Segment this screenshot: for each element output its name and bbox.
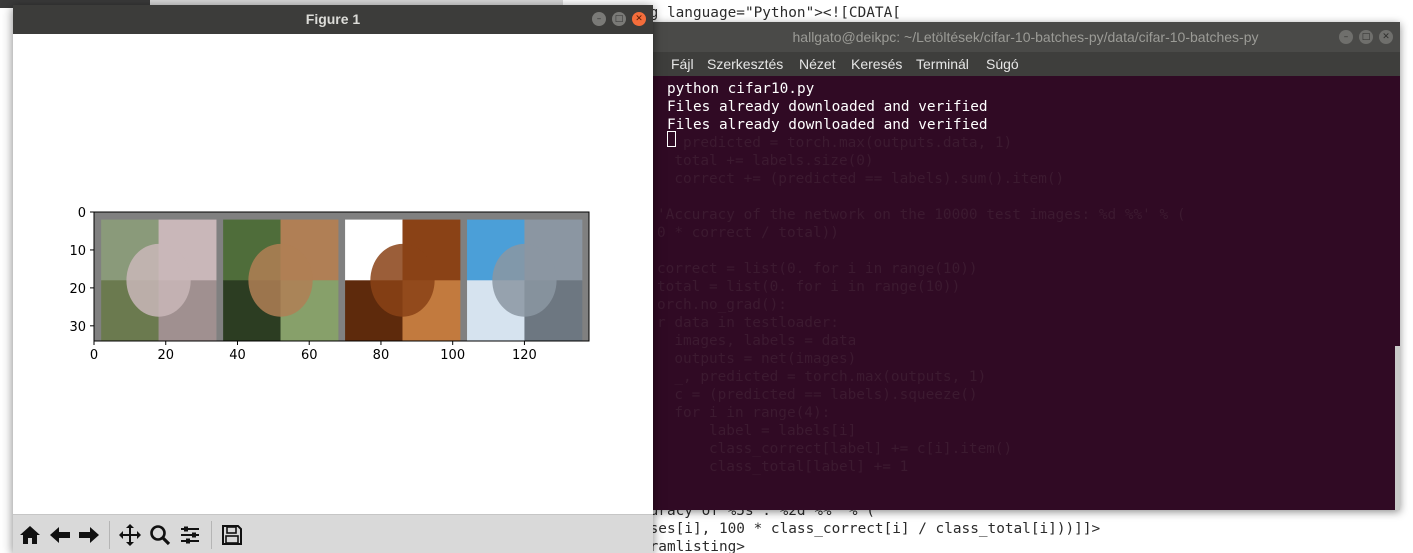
terminal-ghost-line: correct += (predicted == labels).sum().i… [657,171,1065,187]
figure-title: Figure 1 [305,11,361,27]
pan-icon[interactable] [117,522,143,548]
terminal-titlebar[interactable]: hallgato@deikpc: ~/Letöltések/cifar-10-b… [651,22,1400,52]
terminal-menubar: Fájl Szerkesztés Nézet Keresés Terminál … [651,52,1400,76]
image-plot: 0 20 40 60 80 100 120 0 10 20 30 [69,206,590,363]
terminal-output-line: python cifar10.py [667,81,815,97]
image-tile-bird [345,219,461,342]
toolbar-separator [211,521,212,549]
close-icon[interactable]: ✕ [632,12,646,26]
figure-window[interactable]: Figure 1 – □ ✕ 0 20 40 60 80 100 120 0 10 20 30 [13,5,653,553]
image-tile-subject [492,243,557,317]
minimize-icon[interactable]: – [592,12,606,26]
figure-toolbar [13,514,653,553]
close-icon[interactable]: ✕ [1379,30,1393,44]
y-tick-label: 30 [69,320,86,335]
terminal-title: hallgato@deikpc: ~/Letöltések/cifar-10-b… [792,29,1259,45]
figure-titlebar[interactable]: Figure 1 – □ ✕ [13,5,653,34]
forward-arrow-icon[interactable] [76,522,102,548]
image-tile-airplane [467,219,583,342]
x-tick-label: 40 [229,348,246,363]
image-tile-subject [248,243,313,317]
image-tile-ostrich [101,219,217,342]
toolbar-separator [109,521,110,549]
terminal-ghost-line: label = labels[i] [657,423,857,439]
terminal-ghost-line: class_total[label] += 1 [657,459,909,475]
subplots-config-icon[interactable] [177,522,203,548]
terminal-ghost-line: class_correct[label] += c[i].item() [657,441,1013,457]
terminal-cursor [667,131,676,147]
save-icon[interactable] [219,522,245,548]
x-tick-label: 80 [373,348,390,363]
terminal-ghost-line: correct = list(0. for i in range(10)) [657,261,978,277]
image-tile-subject [370,243,435,317]
image-tile-subject [126,243,191,317]
terminal-ghost-line: 0 * correct / total)) [657,225,839,241]
terminal-ghost-line: c = (predicted == labels).squeeze() [657,387,978,403]
x-tick-label: 60 [301,348,318,363]
zoom-icon[interactable] [147,522,173,548]
terminal-output-line: Files already downloaded and verified [667,99,988,115]
terminal-output-line: Files already downloaded and verified [667,117,988,133]
maximize-icon[interactable]: □ [1359,30,1373,44]
x-tick-label: 100 [440,348,465,363]
x-tick-label: 120 [512,348,537,363]
terminal-window[interactable]: hallgato@deikpc: ~/Letöltések/cifar-10-b… [651,22,1400,510]
minimize-icon[interactable]: – [1339,30,1353,44]
x-tick-label: 0 [90,348,98,363]
terminal-ghost-line: images, labels = data [657,333,857,349]
terminal-ghost-line: predicted = torch.max(outputs.data, 1) [657,135,1013,151]
terminal-ghost-line: total += labels.size(0) [657,153,874,169]
home-icon[interactable] [17,522,43,548]
x-tick-label: 20 [157,348,174,363]
terminal-ghost-line: total = list(0. for i in range(10)) [657,279,961,295]
back-arrow-icon[interactable] [47,522,73,548]
menu-view[interactable]: Nézet [799,56,836,72]
terminal-body[interactable]: predicted = torch.max(outputs.data, 1) t… [651,76,1400,510]
y-tick-label: 20 [69,282,86,297]
menu-file[interactable]: Fájl [671,56,694,72]
y-tick-label: 0 [78,206,86,221]
maximize-icon[interactable]: □ [612,12,626,26]
menu-terminal[interactable]: Terminál [916,56,969,72]
terminal-ghost-line: 'Accuracy of the network on the 10000 te… [657,207,1186,223]
menu-help[interactable]: Súgó [986,56,1019,72]
terminal-ghost-line: outputs = net(images) [657,351,857,367]
plot-area[interactable]: 0 20 40 60 80 100 120 0 10 20 30 [13,34,653,514]
terminal-scrollbar[interactable] [1395,346,1400,510]
terminal-ghost-line: r data in testloader: [657,315,839,331]
menu-edit[interactable]: Szerkesztés [707,56,783,72]
image-tile-deer [223,219,339,342]
terminal-ghost-line: orch.no_grad(): [657,297,787,313]
y-tick-label: 10 [69,244,86,259]
terminal-ghost-line: for i in range(4): [657,405,831,421]
terminal-ghost-line: _, predicted = torch.max(outputs, 1) [657,369,987,385]
menu-search[interactable]: Keresés [851,56,902,72]
